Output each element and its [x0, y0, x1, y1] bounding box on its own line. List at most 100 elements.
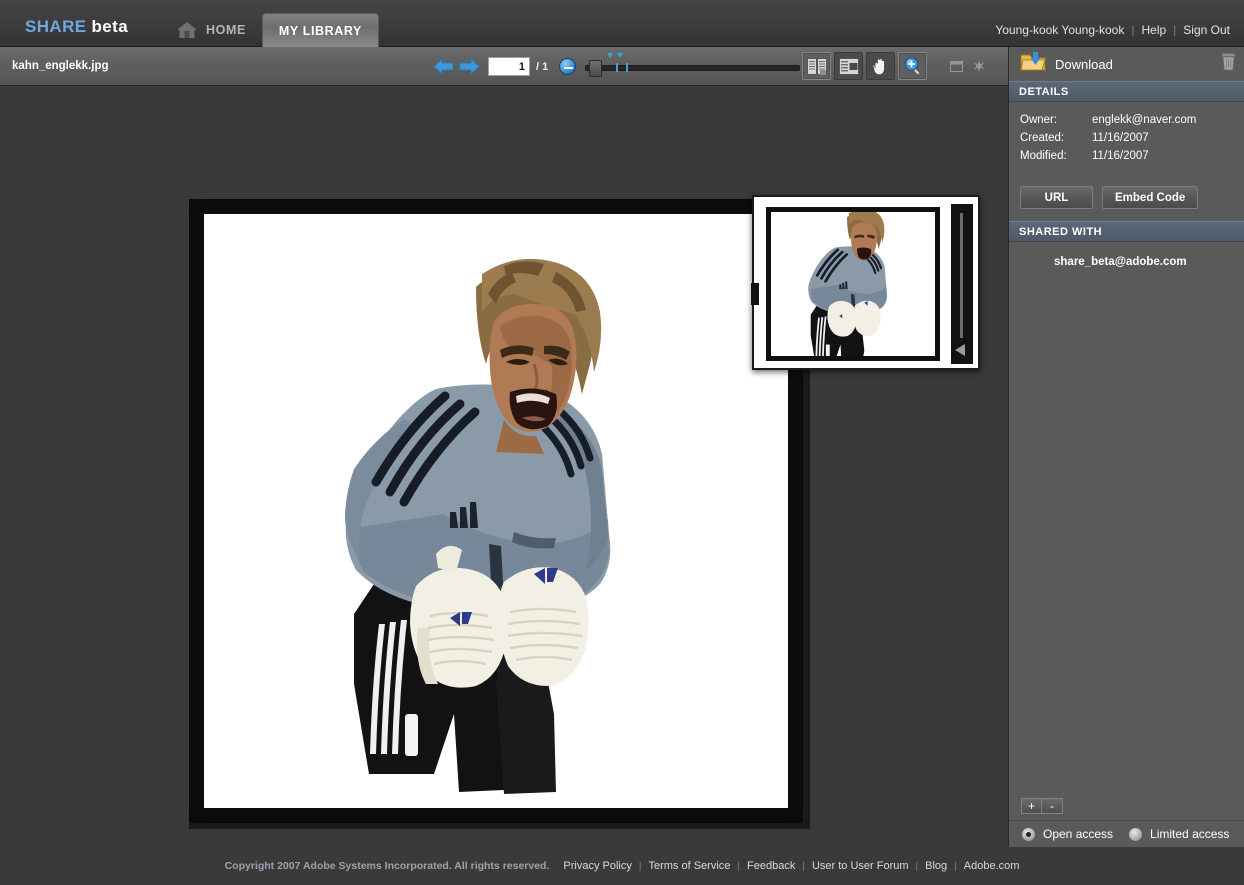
zoom-tool-button[interactable] — [898, 52, 927, 80]
document-page-wrapper — [189, 199, 810, 829]
share-add-remove-row: + - — [1009, 792, 1244, 820]
footer-link-feedback[interactable]: Feedback — [747, 860, 795, 872]
navigator-side-tab — [751, 283, 759, 305]
remove-share-button[interactable]: - — [1042, 798, 1063, 814]
details-section-header: DETAILS — [1009, 81, 1244, 102]
zoom-tool-icon — [903, 56, 920, 76]
panel-button-row: URL Embed Code — [1009, 175, 1244, 221]
detail-key-modified: Modified: — [1020, 150, 1067, 162]
footer-separator-4: | — [915, 860, 919, 872]
toolbar-center-group: / 1 — [430, 47, 829, 86]
footer-links: Privacy Policy | Terms of Service | Feed… — [563, 860, 1019, 872]
detail-row-modified: Modified: 11/16/2007 — [1020, 147, 1244, 165]
nav-tab-home-label: HOME — [206, 23, 246, 37]
url-button[interactable]: URL — [1020, 186, 1093, 209]
details-body: Owner: englekk@naver.com Created: 11/16/… — [1009, 102, 1244, 175]
hand-tool-button[interactable] — [866, 52, 895, 80]
zoom-slider-marker-icon — [607, 52, 624, 58]
user-name-link[interactable]: Young-kook Young-kook — [995, 23, 1124, 37]
download-folder-icon — [1020, 51, 1046, 77]
shared-section-header: SHARED WITH — [1009, 221, 1244, 242]
page-footer: Copyright 2007 Adobe Systems Incorporate… — [0, 847, 1244, 885]
sign-out-link[interactable]: Sign Out — [1183, 23, 1230, 37]
download-label: Download — [1055, 56, 1113, 72]
zoom-slider[interactable] — [585, 52, 801, 79]
document-filename: kahn_englekk.jpg — [12, 60, 109, 72]
navigator-thumbnail[interactable] — [763, 204, 943, 364]
single-page-icon — [838, 57, 859, 75]
detail-value-created: 11/16/2007 — [1092, 132, 1149, 144]
nav-tab-home[interactable]: HOME — [160, 13, 262, 47]
single-page-button[interactable] — [834, 52, 863, 80]
app-logo: SHARE beta — [25, 17, 128, 37]
footer-separator-5: | — [954, 860, 957, 872]
footer-link-privacy-policy[interactable]: Privacy Policy — [563, 860, 631, 872]
zoom-slider-tick-2 — [626, 62, 629, 72]
window-controls — [950, 59, 985, 77]
navigator-scrollbar[interactable] — [951, 204, 973, 364]
nav-tab-my-library-label: MY LIBRARY — [278, 23, 362, 38]
hand-tool-icon — [872, 57, 885, 75]
navigator-resize-icon[interactable] — [955, 344, 965, 356]
footer-separator-2: | — [737, 860, 741, 872]
embed-code-button[interactable]: Embed Code — [1102, 186, 1199, 209]
page-layout-icon — [806, 57, 827, 75]
detail-key-owner: Owner: — [1020, 114, 1058, 126]
page-number-input[interactable] — [488, 57, 530, 76]
footer-link-user-to-user-forum[interactable]: User to User Forum — [812, 860, 909, 872]
user-bar: Young-kook Young-kook | Help | Sign Out — [995, 23, 1230, 37]
zoom-slider-thumb[interactable] — [589, 59, 603, 77]
label-open-access: Open access — [1043, 827, 1114, 841]
help-link[interactable]: Help — [1141, 23, 1166, 37]
shared-with-list: share_beta@adobe.com — [1009, 242, 1244, 268]
trash-icon[interactable] — [1221, 52, 1236, 76]
detail-value-modified: 11/16/2007 — [1092, 150, 1149, 162]
app-root: SHARE beta HOME MY LIBRARY Young-kook You… — [0, 0, 1244, 885]
detail-row-created: Created: 11/16/2007 — [1020, 129, 1244, 147]
logo-share-text: SHARE — [25, 17, 87, 36]
page-layout-button[interactable] — [802, 52, 831, 80]
user-bar-separator-2: | — [1173, 23, 1177, 37]
main-nav: HOME MY LIBRARY — [160, 0, 379, 47]
footer-link-terms-of-service[interactable]: Terms of Service — [648, 860, 730, 872]
zoom-out-button[interactable] — [559, 58, 577, 75]
access-options-row: Open access Limited access — [1009, 820, 1244, 847]
top-bar: SHARE beta HOME MY LIBRARY Young-kook You… — [0, 0, 1244, 47]
next-page-button[interactable] — [456, 55, 482, 79]
copyright-text: Copyright 2007 Adobe Systems Incorporate… — [224, 860, 550, 872]
panel-bottom-controls: + - Open access Limited access — [1009, 792, 1244, 847]
radio-open-access[interactable] — [1022, 827, 1035, 841]
document-viewer[interactable] — [0, 87, 1008, 847]
footer-separator-1: | — [638, 860, 642, 872]
footer-separator-3: | — [802, 860, 805, 872]
toolbar-tool-group — [802, 52, 927, 80]
detail-value-owner: englekk@naver.com — [1092, 114, 1197, 126]
shared-with-item[interactable]: share_beta@adobe.com — [1009, 256, 1244, 268]
close-window-icon[interactable] — [973, 59, 985, 77]
detail-row-owner: Owner: englekk@naver.com — [1020, 111, 1244, 129]
user-bar-separator-1: | — [1131, 23, 1135, 37]
navigator-inner — [759, 202, 977, 367]
document-page[interactable] — [189, 199, 803, 823]
download-row[interactable]: Download — [1009, 47, 1244, 81]
label-limited-access: Limited access — [1150, 827, 1230, 841]
footer-link-adobe-com[interactable]: Adobe.com — [964, 860, 1020, 872]
arrow-left-icon — [432, 58, 453, 75]
arrow-right-icon — [459, 58, 480, 75]
zoom-slider-tick-1 — [616, 62, 619, 72]
navigator-scroll-thumb[interactable] — [960, 213, 963, 338]
page-total-label: / 1 — [536, 60, 549, 73]
details-section-title: DETAILS — [1019, 85, 1069, 98]
document-artwork — [204, 214, 788, 808]
footer-link-blog[interactable]: Blog — [925, 860, 947, 872]
nav-tab-my-library[interactable]: MY LIBRARY — [261, 13, 379, 47]
radio-limited-access[interactable] — [1129, 827, 1143, 841]
detail-key-created: Created: — [1020, 132, 1065, 144]
restore-window-icon[interactable] — [950, 59, 963, 77]
add-share-button[interactable]: + — [1021, 798, 1042, 814]
navigator-thumb-border — [766, 207, 940, 361]
navigator-popup[interactable] — [751, 195, 980, 370]
previous-page-button[interactable] — [430, 55, 456, 79]
shared-section-title: SHARED WITH — [1019, 225, 1103, 238]
viewer-toolbar: kahn_englekk.jpg / 1 — [0, 47, 1008, 86]
